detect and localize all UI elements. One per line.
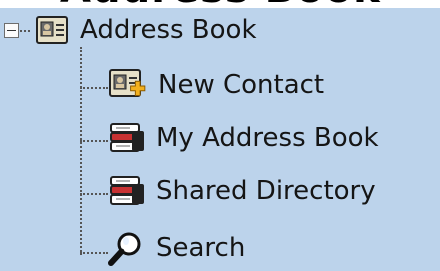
tree-item-search[interactable]: Search	[108, 228, 245, 268]
tree-item-label: Address Book	[80, 15, 257, 45]
collapse-toggle[interactable]	[4, 23, 19, 38]
tree-item-address-book[interactable]: Address Book	[34, 10, 257, 50]
tree-item-label: New Contact	[158, 70, 325, 100]
tree-connector	[80, 252, 108, 254]
tree-item-new-contact[interactable]: New Contact	[108, 65, 324, 105]
address-book-tree: Address Book New Contact My Address Book…	[0, 0, 440, 271]
shared-directory-icon	[108, 174, 146, 208]
tree-item-my-address-book[interactable]: My Address Book	[108, 118, 379, 158]
magnifier-icon	[108, 230, 146, 266]
tree-connector	[80, 140, 108, 142]
tree-item-shared-directory[interactable]: Shared Directory	[108, 171, 376, 211]
tree-connector	[20, 30, 30, 32]
tree-connector	[80, 47, 82, 255]
new-contact-icon	[108, 67, 148, 103]
tree-connector	[80, 87, 108, 89]
tree-connector	[80, 193, 108, 195]
address-book-stack-icon	[108, 121, 146, 155]
tree-item-label: Search	[156, 233, 246, 263]
address-book-icon	[34, 14, 70, 46]
tree-item-label: Shared Directory	[156, 176, 376, 206]
tree-item-label: My Address Book	[156, 123, 379, 153]
